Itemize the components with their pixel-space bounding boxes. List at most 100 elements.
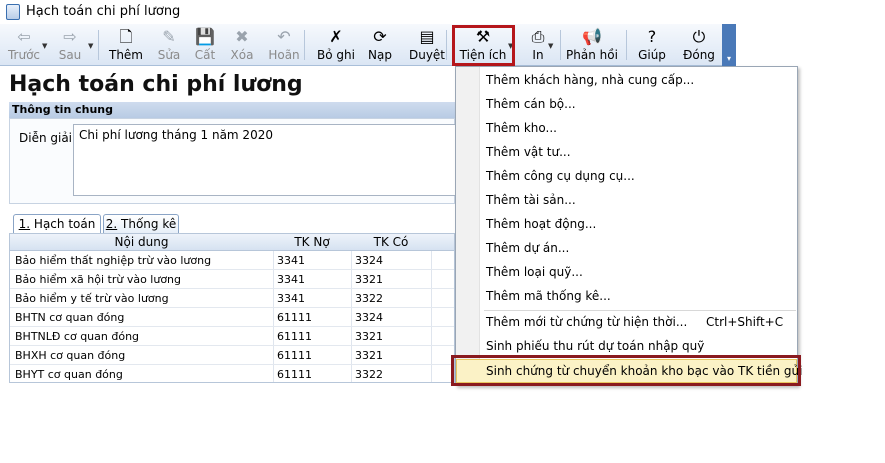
toolbar-button-unpost[interactable]: ✗ Bỏ ghi <box>312 24 360 66</box>
cell-credit-account: 3321 <box>355 349 383 362</box>
menu-item[interactable]: Thêm khách hàng, nhà cung cấp... <box>486 69 694 91</box>
description-label: Diễn giải <box>19 131 73 145</box>
toolbar-button-label: Cất <box>194 48 216 62</box>
toolbar-button-arrow-left[interactable]: ⇦ Trước <box>4 24 44 66</box>
megaphone-icon: 📢 <box>582 27 602 46</box>
toolbar-separator <box>304 30 305 60</box>
toolbar-button-label: Xóa <box>230 48 254 62</box>
table-row[interactable]: BHTNLĐ cơ quan đóng 61111 3321 <box>10 327 454 346</box>
cell-debit-account: 61111 <box>277 368 312 381</box>
accounting-grid: Nội dung TK Nợ TK Có Bảo hiểm thất nghiệ… <box>9 233 455 383</box>
cell-content: BHXH cơ quan đóng <box>15 349 126 362</box>
toolbar-button-label: Giúp <box>638 48 666 62</box>
toolbar-separator <box>446 30 447 60</box>
toolbar-separator <box>98 30 99 60</box>
menu-item[interactable]: Thêm tài sản... <box>486 189 576 211</box>
transfer-item-highlight-box <box>451 355 801 386</box>
table-row[interactable]: BHYT cơ quan đóng 61111 3322 <box>10 365 454 382</box>
cell-debit-account: 61111 <box>277 349 312 362</box>
tien-ich-highlight-box <box>452 25 515 66</box>
toolbar-button-browse[interactable]: ▤ Duyệt <box>404 24 450 66</box>
toolbar-button-arrow-right[interactable]: ⇨ Sau <box>50 24 90 66</box>
toolbar-button-add-document[interactable]: 🗋 Thêm <box>106 24 146 66</box>
toolbar-button-label: Trước <box>7 48 41 62</box>
page-title: Hạch toán chi phí lương <box>9 72 303 97</box>
table-row[interactable]: Bảo hiểm y tế trừ vào lương 3341 3322 <box>10 289 454 308</box>
dropdown-arrow-icon[interactable]: ▼ <box>548 42 553 50</box>
add-document-icon: 🗋 <box>119 27 133 46</box>
column-header-content[interactable]: Nội dung <box>10 235 273 249</box>
description-field[interactable]: Chi phí lương tháng 1 năm 2020 <box>73 124 463 196</box>
menu-item-generate-receipt[interactable]: Sinh phiếu thu rút dự toán nhập quỹ <box>486 335 704 357</box>
tab-thong-ke[interactable]: 2. Thống kê <box>103 214 179 234</box>
tab-hach-toan-number: 1. <box>18 217 31 231</box>
column-header-credit[interactable]: TK Có <box>351 235 431 249</box>
toolbar-button-label: Phản hồi <box>566 48 618 62</box>
toolbar-overflow-chevron[interactable]: ▾ <box>722 24 736 66</box>
toolbar-button-label: Nạp <box>368 48 392 62</box>
dropdown-arrow-icon[interactable]: ▼ <box>42 42 47 50</box>
table-row[interactable]: Bảo hiểm thất nghiệp trừ vào lương 3341 33… <box>10 251 454 270</box>
toolbar-button-label: Đóng <box>683 48 715 62</box>
toolbar-button-close[interactable]: ⏻ Đóng <box>676 24 722 66</box>
delete-icon: ✖ <box>235 27 249 46</box>
cell-content: Bảo hiểm y tế trừ vào lương <box>15 292 169 305</box>
menu-item[interactable]: Thêm mã thống kê... <box>486 285 611 307</box>
toolbar: ⇦ Trước ⇨ Sau 🗋 Thêm ✎ Sửa 💾 Cất ✖ Xóa ↶ Hoãn ✗ Bỏ ghi ⟳… <box>0 24 736 66</box>
toolbar-button-reload[interactable]: ⟳ Nạp <box>362 24 398 66</box>
cell-credit-account: 3321 <box>355 330 383 343</box>
menu-item[interactable]: Thêm kho... <box>486 117 557 139</box>
toolbar-button-megaphone[interactable]: 📢 Phản hồi <box>566 24 618 66</box>
toolbar-button-help[interactable]: ? Giúp <box>632 24 672 66</box>
app-icon <box>6 4 20 20</box>
browse-icon: ▤ <box>419 27 435 46</box>
menu-item[interactable]: Thêm hoạt động... <box>486 213 596 235</box>
cell-debit-account: 61111 <box>277 311 312 324</box>
table-row[interactable]: BHTN cơ quan đóng 61111 3324 <box>10 308 454 327</box>
undo-icon: ↶ <box>277 27 291 46</box>
menu-item[interactable]: Thêm vật tư... <box>486 141 571 163</box>
table-row[interactable]: BHXH cơ quan đóng 61111 3321 <box>10 346 454 365</box>
cell-content: BHTNLĐ cơ quan đóng <box>15 330 140 343</box>
cell-credit-account: 3322 <box>355 292 383 305</box>
tab-thong-ke-number: 2. <box>105 217 118 231</box>
tab-hach-toan[interactable]: 1. Hạch toán <box>13 214 101 234</box>
toolbar-button-undo[interactable]: ↶ Hoãn <box>262 24 306 66</box>
tab-thong-ke-label: Thống kê <box>117 217 177 231</box>
cell-credit-account: 3322 <box>355 368 383 381</box>
cell-debit-account: 3341 <box>277 292 305 305</box>
cell-content: Bảo hiểm xã hội trừ vào lương <box>15 273 182 286</box>
toolbar-button-label: Sau <box>58 48 82 62</box>
section-general-header: Thông tin chung <box>9 102 455 118</box>
toolbar-button-label: Thêm <box>108 48 143 62</box>
toolbar-button-label: Bỏ ghi <box>317 48 355 62</box>
grid-header: Nội dung TK Nợ TK Có <box>10 234 454 251</box>
toolbar-button-label: Hoãn <box>268 48 300 62</box>
dropdown-arrow-icon[interactable]: ▼ <box>88 42 93 50</box>
help-icon: ? <box>647 27 657 46</box>
cell-debit-account: 61111 <box>277 330 312 343</box>
menu-item[interactable]: Thêm cán bộ... <box>486 93 576 115</box>
toolbar-button-label: In <box>532 48 544 62</box>
cell-credit-account: 3324 <box>355 254 383 267</box>
toolbar-button-save[interactable]: 💾 Cất <box>188 24 222 66</box>
cell-content: BHTN cơ quan đóng <box>15 311 125 324</box>
toolbar-button-edit[interactable]: ✎ Sửa <box>152 24 186 66</box>
cell-content: BHYT cơ quan đóng <box>15 368 123 381</box>
cell-credit-account: 3324 <box>355 311 383 324</box>
table-row[interactable]: Bảo hiểm xã hội trừ vào lương 3341 3321 <box>10 270 454 289</box>
toolbar-separator <box>626 30 627 60</box>
cell-debit-account: 3341 <box>277 254 305 267</box>
menu-item[interactable]: Thêm công cụ dụng cụ... <box>486 165 635 187</box>
close-icon: ⏻ <box>692 27 706 46</box>
title-bar: Hạch toán chi phí lương <box>0 0 885 24</box>
general-info-panel: Diễn giải Chi phí lương tháng 1 năm 2020 <box>9 118 463 204</box>
tien-ich-dropdown-menu: Thêm khách hàng, nhà cung cấp... Thêm cán… <box>455 66 802 386</box>
menu-item[interactable]: Thêm loại quỹ... <box>486 261 583 283</box>
menu-item[interactable]: Thêm dự án... <box>486 237 569 259</box>
toolbar-button-delete[interactable]: ✖ Xóa <box>224 24 260 66</box>
unpost-icon: ✗ <box>329 27 343 46</box>
toolbar-button-label: Sửa <box>157 48 181 62</box>
menu-item-add-from-voucher[interactable]: Thêm mới từ chứng từ hiện thời... <box>486 311 687 333</box>
column-header-debit[interactable]: TK Nợ <box>273 235 351 249</box>
